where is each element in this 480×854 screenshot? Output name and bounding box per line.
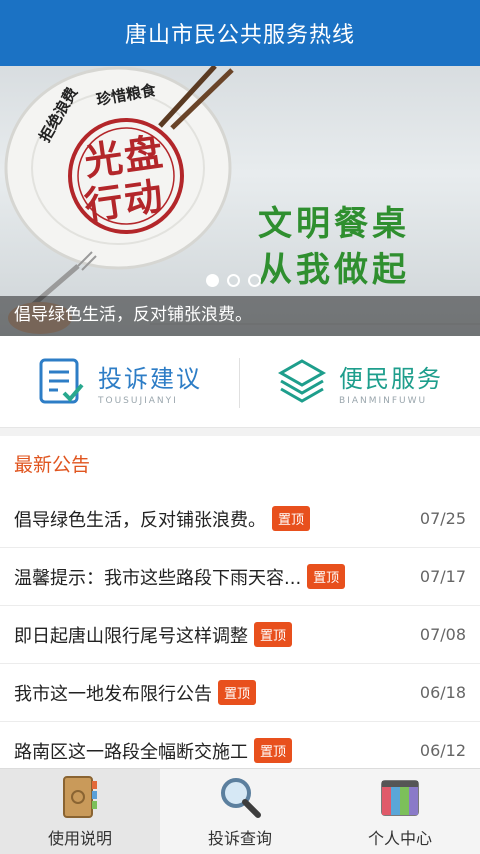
slogan-line1: 文明餐桌 bbox=[258, 204, 410, 244]
service-title: 便民服务 bbox=[339, 364, 443, 393]
tab-complaint-query[interactable]: 投诉查询 bbox=[160, 769, 320, 854]
notice-item[interactable]: 即日起唐山限行尾号这样调整 置顶 07/08 bbox=[0, 606, 480, 664]
complaint-suggestion-button[interactable]: 投诉建议 TOUSUJIANYI bbox=[0, 336, 240, 428]
carousel-indicators bbox=[206, 274, 261, 287]
notice-title: 即日起唐山限行尾号这样调整 bbox=[14, 625, 248, 647]
service-subtitle: BIANMINFUWU bbox=[339, 395, 428, 406]
magnifier-icon bbox=[221, 778, 261, 818]
pinned-badge: 置顶 bbox=[218, 680, 257, 705]
calendar-icon bbox=[381, 780, 419, 816]
quick-entry-bar: 投诉建议 TOUSUJIANYI 便民服务 BIANMINFUWU bbox=[0, 336, 480, 428]
notice-date: 06/12 bbox=[419, 741, 466, 760]
tab-label: 使用说明 bbox=[47, 829, 112, 848]
notices-heading: 最新公告 bbox=[14, 454, 91, 476]
notice-date: 07/25 bbox=[419, 509, 466, 528]
notice-date: 06/18 bbox=[419, 683, 466, 702]
citizen-service-button[interactable]: 便民服务 BIANMINFUWU bbox=[240, 336, 480, 428]
carousel-dot[interactable] bbox=[248, 274, 261, 287]
notice-date: 07/17 bbox=[419, 567, 466, 586]
notice-title: 路南区这一路段全幅断交施工 bbox=[14, 741, 248, 763]
notice-title: 温馨提示：我市这些路段下雨天容... bbox=[14, 567, 302, 589]
bottom-tab-bar: 使用说明 投诉查询 个人中心 bbox=[0, 768, 480, 854]
carousel-dot[interactable] bbox=[227, 274, 240, 287]
tab-usage-guide[interactable]: 使用说明 bbox=[0, 769, 160, 854]
pinned-badge: 置顶 bbox=[254, 622, 293, 647]
notice-item[interactable]: 温馨提示：我市这些路段下雨天容... 置顶 07/17 bbox=[0, 548, 480, 606]
form-check-icon bbox=[39, 358, 84, 404]
notice-date: 07/08 bbox=[419, 625, 466, 644]
section-gap bbox=[0, 428, 480, 436]
layers-icon bbox=[277, 359, 327, 403]
slogan-line2: 从我做起 bbox=[258, 250, 410, 290]
banner-carousel[interactable]: 拒绝浪费 珍惜粮食 光盘 行动 文明餐桌 从我做起 倡导绿色生活，反对铺张浪费。 bbox=[0, 66, 480, 336]
carousel-dot[interactable] bbox=[206, 274, 219, 287]
tab-label: 个人中心 bbox=[367, 829, 432, 848]
notice-item[interactable]: 我市这一地发布限行公告 置顶 06/18 bbox=[0, 664, 480, 722]
notice-list: 倡导绿色生活，反对铺张浪费。 置顶 07/25 温馨提示：我市这些路段下雨天容.… bbox=[0, 490, 480, 780]
page-title: 唐山市民公共服务热线 bbox=[124, 23, 355, 48]
notebook-icon bbox=[63, 776, 97, 818]
app-header: 唐山市民公共服务热线 bbox=[0, 0, 480, 66]
divider bbox=[239, 358, 240, 408]
notice-title: 我市这一地发布限行公告 bbox=[14, 683, 212, 705]
notice-item[interactable]: 倡导绿色生活，反对铺张浪费。 置顶 07/25 bbox=[0, 490, 480, 548]
tab-label: 投诉查询 bbox=[207, 829, 272, 848]
stamp-text-line2: 行动 bbox=[81, 173, 168, 229]
complaint-subtitle: TOUSUJIANYI bbox=[98, 395, 178, 406]
complaint-title: 投诉建议 bbox=[98, 364, 202, 393]
banner-caption: 倡导绿色生活，反对铺张浪费。 bbox=[0, 296, 480, 336]
notice-title: 倡导绿色生活，反对铺张浪费。 bbox=[14, 509, 266, 531]
pinned-badge: 置顶 bbox=[272, 506, 311, 531]
pinned-badge: 置顶 bbox=[307, 564, 346, 589]
tab-personal-center[interactable]: 个人中心 bbox=[320, 769, 480, 854]
pinned-badge: 置顶 bbox=[254, 738, 293, 763]
